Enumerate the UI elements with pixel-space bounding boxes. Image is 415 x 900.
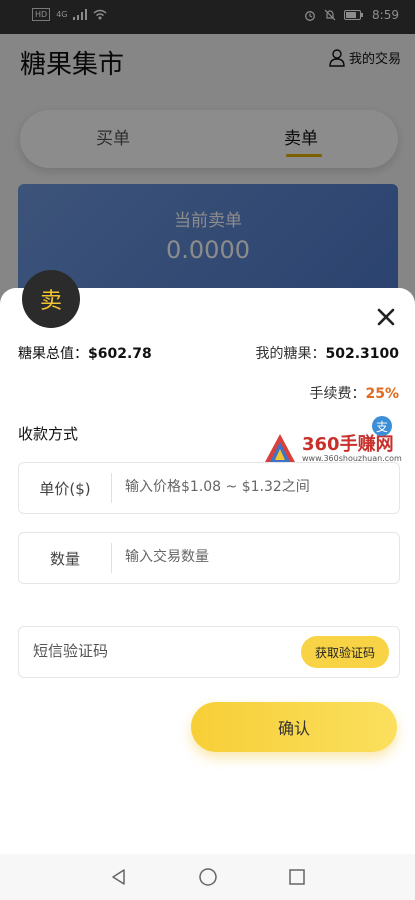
close-icon[interactable]: [375, 306, 397, 328]
quantity-input[interactable]: [125, 533, 385, 581]
price-label: 单价($): [39, 480, 91, 498]
candy-total-value: $602.78: [88, 346, 152, 362]
divider: [111, 543, 112, 573]
fee-value: 25%: [365, 386, 399, 402]
confirm-button[interactable]: 确认: [191, 702, 397, 752]
fee-label: 手续费：: [309, 386, 366, 402]
candy-total: 糖果总值：$602.78: [18, 343, 152, 363]
watermark-logo-icon: [264, 434, 296, 464]
my-candy: 我的糖果：502.3100: [255, 343, 399, 363]
candy-total-label: 糖果总值：: [18, 346, 88, 362]
get-code-button[interactable]: 获取验证码: [300, 636, 389, 668]
quantity-field: 数量: [18, 532, 400, 584]
system-nav-bar: [0, 854, 415, 900]
payment-method-label: 收款方式: [18, 425, 79, 443]
my-candy-label: 我的糖果：: [255, 346, 326, 362]
sms-code-field: 获取验证码: [18, 626, 400, 678]
quantity-label: 数量: [49, 550, 80, 568]
divider: [111, 473, 112, 503]
recents-icon[interactable]: [288, 868, 306, 886]
sms-code-input[interactable]: [33, 627, 283, 675]
my-candy-value: 502.3100: [325, 346, 399, 362]
fee: 手续费：25%: [309, 383, 399, 403]
price-input[interactable]: [125, 463, 385, 511]
sell-badge: 卖: [22, 270, 80, 328]
home-icon[interactable]: [198, 867, 218, 887]
sell-order-sheet: 糖果总值：$602.78 我的糖果：502.3100 手续费：25% 收款方式 …: [0, 288, 415, 900]
alipay-icon: 支: [372, 416, 392, 436]
price-field: 单价($): [18, 462, 400, 514]
back-icon[interactable]: [110, 868, 128, 886]
